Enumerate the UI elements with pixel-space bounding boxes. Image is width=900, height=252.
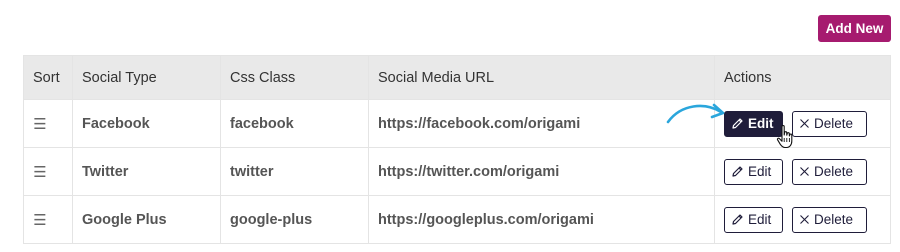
edit-button-label: Edit (748, 164, 772, 179)
add-new-button[interactable]: Add New (818, 15, 891, 42)
social-type-cell: Twitter (72, 147, 221, 196)
edit-button[interactable]: Edit (724, 110, 783, 137)
pencil-icon (731, 213, 744, 226)
column-header-social-type: Social Type (72, 55, 221, 100)
delete-button[interactable]: Delete (792, 206, 867, 233)
table-header-row: Sort Social Type Css Class Social Media … (23, 55, 891, 100)
table-row: ☰ Twitter twitter https://twitter.com/or… (23, 147, 891, 196)
url-cell: https://googleplus.com/origami (368, 195, 715, 244)
actions-cell: Edit Delete (714, 147, 891, 196)
table-row: ☰ Google Plus google-plus https://google… (23, 195, 891, 244)
hamburger-icon[interactable]: ☰ (33, 163, 47, 181)
sort-cell: ☰ (23, 99, 73, 148)
edit-button-label: Edit (748, 116, 774, 131)
delete-button[interactable]: Delete (792, 158, 867, 185)
table-row: ☰ Facebook facebook https://facebook.com… (23, 99, 891, 148)
url-cell: https://facebook.com/origami (368, 99, 715, 148)
css-class-cell: facebook (220, 99, 369, 148)
actions-cell: Edit Delete (714, 99, 891, 148)
sort-cell: ☰ (23, 147, 73, 196)
edit-button[interactable]: Edit (724, 158, 783, 185)
close-icon (799, 118, 810, 129)
social-type-cell: Facebook (72, 99, 221, 148)
hamburger-icon[interactable]: ☰ (33, 211, 47, 229)
column-header-sort: Sort (23, 55, 73, 100)
column-header-css-class: Css Class (220, 55, 369, 100)
pencil-icon (731, 117, 744, 130)
close-icon (799, 166, 810, 177)
column-header-actions: Actions (714, 55, 891, 100)
social-media-table: Sort Social Type Css Class Social Media … (23, 55, 891, 244)
edit-button[interactable]: Edit (724, 206, 783, 233)
css-class-cell: twitter (220, 147, 369, 196)
delete-button[interactable]: Delete (792, 110, 867, 137)
edit-button-label: Edit (748, 212, 772, 227)
column-header-url: Social Media URL (368, 55, 715, 100)
delete-button-label: Delete (814, 212, 854, 227)
delete-button-label: Delete (814, 116, 854, 131)
css-class-cell: google-plus (220, 195, 369, 244)
sort-cell: ☰ (23, 195, 73, 244)
close-icon (799, 214, 810, 225)
pencil-icon (731, 165, 744, 178)
social-type-cell: Google Plus (72, 195, 221, 244)
hamburger-icon[interactable]: ☰ (33, 115, 47, 133)
delete-button-label: Delete (814, 164, 854, 179)
url-cell: https://twitter.com/origami (368, 147, 715, 196)
actions-cell: Edit Delete (714, 195, 891, 244)
